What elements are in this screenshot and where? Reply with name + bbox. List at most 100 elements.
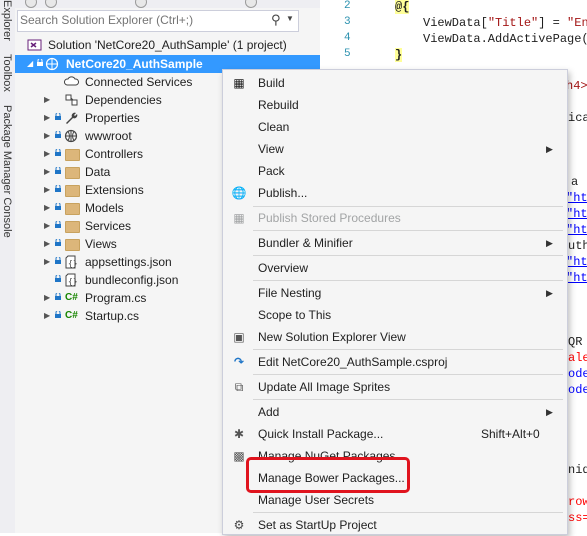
code-string: "Title" — [487, 16, 539, 30]
highlight-box — [246, 457, 410, 493]
side-tool-tabs[interactable]: Explorer Toolbox Package Manager Console — [1, 0, 13, 248]
code-fragment: ode — [568, 367, 587, 381]
menu-item-scope-to-this[interactable]: Scope to This — [223, 304, 567, 326]
new-window-icon: ▣ — [233, 330, 245, 344]
globe-icon — [64, 129, 78, 143]
expand-icon[interactable]: ▶ — [44, 253, 53, 271]
publish-globe-icon: 🌐 — [231, 186, 247, 200]
menu-item-label: Clean — [258, 120, 290, 134]
expand-icon[interactable]: ▶ — [44, 145, 53, 163]
tree-item-label: Views — [85, 237, 117, 251]
menu-separator — [253, 230, 563, 231]
expand-icon[interactable]: ▶ — [44, 181, 53, 199]
lock-icon — [55, 113, 61, 120]
lock-icon — [55, 239, 61, 246]
code-fragment: "ht — [566, 255, 587, 269]
line-number: 5 — [344, 48, 351, 60]
gear-icon: ⚙ — [233, 518, 245, 532]
menu-item-label: Publish Stored Procedures — [258, 211, 401, 225]
csharp-file-icon: C# — [65, 310, 78, 321]
solution-icon — [27, 39, 42, 51]
json-file-icon: {} — [65, 273, 78, 287]
code-fragment: ica — [568, 111, 587, 125]
tree-item-label: Program.cs — [85, 291, 147, 305]
menu-item-add[interactable]: Add ▶ — [223, 401, 567, 423]
folder-icon — [65, 239, 80, 251]
menu-item-clean[interactable]: Clean — [223, 116, 567, 138]
dependencies-icon — [65, 94, 78, 106]
search-icon[interactable]: ⚲ — [271, 12, 285, 28]
svg-text:{}: {} — [68, 277, 78, 286]
menu-item-label: New Solution Explorer View — [258, 330, 406, 344]
expand-icon[interactable]: ▶ — [44, 127, 53, 145]
collapse-icon[interactable]: ◢ — [27, 55, 36, 73]
menu-separator — [253, 280, 563, 281]
csharp-file-icon: C# — [65, 292, 78, 303]
menu-separator — [253, 349, 563, 350]
tab-package-manager-console[interactable]: Package Manager Console — [1, 105, 13, 238]
properties-icon[interactable] — [245, 0, 257, 8]
expand-icon[interactable]: ▶ — [44, 235, 53, 253]
expand-icon[interactable]: ▶ — [44, 91, 53, 109]
search-box[interactable]: ⚲ ▼ — [17, 10, 299, 32]
folder-icon — [65, 149, 80, 161]
tab-explorer[interactable]: Explorer — [1, 0, 13, 41]
back-icon[interactable] — [25, 0, 37, 8]
menu-separator — [253, 399, 563, 400]
code-fragment: row — [568, 495, 587, 509]
menu-item-bundler-minifier[interactable]: Bundler & Minifier ▶ — [223, 232, 567, 254]
tree-item-label: Properties — [85, 111, 140, 125]
tree-item-label: Connected Services — [85, 75, 193, 89]
line-number: 2 — [344, 0, 351, 12]
code-fragment: uth — [568, 239, 587, 253]
lock-icon — [37, 59, 43, 66]
chevron-down-icon[interactable]: ▼ — [286, 14, 296, 26]
code-line-4: ViewData.AddActivePage( — [423, 32, 587, 46]
menu-item-pack[interactable]: Pack — [223, 160, 567, 182]
code-fragment: nid — [568, 463, 587, 477]
code-fragment: QR — [568, 335, 583, 349]
menu-item-update-image-sprites[interactable]: ⧉ Update All Image Sprites — [223, 376, 567, 398]
submenu-arrow-icon: ▶ — [546, 288, 553, 298]
lock-icon — [55, 311, 61, 318]
menu-item-label: Pack — [258, 164, 285, 178]
menu-item-publish-stored-procedures: ▦ Publish Stored Procedures — [223, 207, 567, 229]
expand-icon[interactable]: ▶ — [44, 289, 53, 307]
menu-separator — [253, 255, 563, 256]
expand-icon[interactable]: ▶ — [44, 109, 53, 127]
side-tool-strip: Explorer Toolbox Package Manager Console — [0, 0, 16, 533]
search-input[interactable] — [20, 12, 260, 28]
tab-toolbox[interactable]: Toolbox — [1, 54, 13, 92]
forward-icon[interactable] — [45, 0, 57, 8]
nuget-icon: ▩ — [233, 449, 245, 463]
code-line-3: ViewData["Title"] = "En — [423, 16, 587, 30]
sprites-icon: ⧉ — [234, 380, 244, 394]
menu-item-overview[interactable]: Overview — [223, 257, 567, 279]
menu-item-view[interactable]: View ▶ — [223, 138, 567, 160]
menu-item-build[interactable]: ▦ Build — [223, 72, 567, 94]
menu-item-shortcut: Shift+Alt+0 — [481, 427, 540, 441]
lock-icon — [55, 293, 61, 300]
menu-item-label: Quick Install Package... — [258, 427, 384, 441]
menu-item-file-nesting[interactable]: File Nesting ▶ — [223, 282, 567, 304]
menu-item-quick-install-package[interactable]: ✱ Quick Install Package... Shift+Alt+0 — [223, 423, 567, 445]
menu-item-label: View — [258, 142, 284, 156]
expand-icon[interactable]: ▶ — [44, 199, 53, 217]
lock-icon — [55, 185, 61, 192]
tree-item-solution[interactable]: Solution 'NetCore20_AuthSample' (1 proje… — [15, 36, 320, 54]
sync-icon[interactable] — [135, 0, 147, 8]
menu-item-new-solution-explorer-view[interactable]: ▣ New Solution Explorer View — [223, 326, 567, 348]
menu-item-label: Publish... — [258, 186, 308, 200]
project-label: NetCore20_AuthSample — [66, 57, 203, 71]
code-token: ViewData[ — [423, 16, 488, 30]
menu-item-rebuild[interactable]: Rebuild — [223, 94, 567, 116]
code-fragment: h4> — [566, 79, 587, 93]
build-icon: ▦ — [233, 76, 245, 90]
code-fragment: "ht — [566, 223, 587, 237]
expand-icon[interactable]: ▶ — [44, 217, 53, 235]
expand-icon[interactable]: ▶ — [44, 307, 53, 325]
menu-item-edit-csproj[interactable]: ↷ Edit NetCore20_AuthSample.csproj — [223, 351, 567, 373]
expand-icon[interactable]: ▶ — [44, 163, 53, 181]
code-line-5: } — [395, 48, 403, 62]
menu-item-publish[interactable]: 🌐 Publish... — [223, 182, 567, 204]
